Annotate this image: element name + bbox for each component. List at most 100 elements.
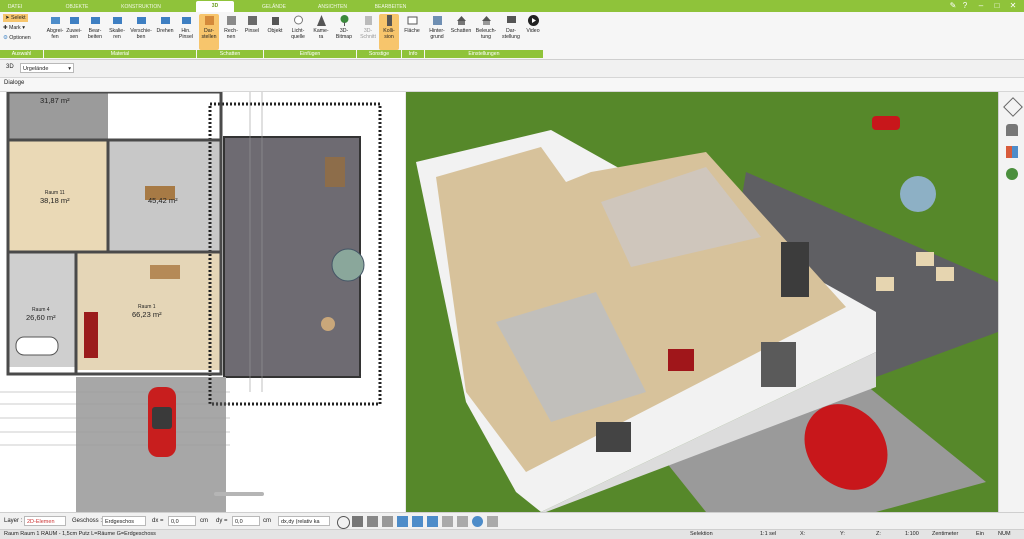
snap-icon[interactable] [367, 516, 378, 527]
north-icon[interactable] [472, 516, 483, 527]
flaeche-button[interactable]: Fläche [402, 14, 422, 50]
tree-icon [340, 15, 348, 26]
dx-input[interactable]: 0,0 [168, 516, 196, 526]
tab-datei[interactable]: DATEI [4, 2, 26, 12]
tab-objekte[interactable]: OBJEKTE [62, 2, 92, 12]
abgreifen-label: Abgrei- fen [46, 28, 64, 40]
dx-unit: cm [200, 518, 208, 524]
brush-icon [247, 16, 257, 25]
room-area: 45,42 m² [148, 196, 178, 205]
terrain-select[interactable]: Urgelände ▾ [20, 63, 74, 73]
pin-icon[interactable]: ✎ [948, 1, 958, 11]
lichtquelle-label: Licht- quelle [291, 28, 305, 40]
view-toolbar: 3D Urgelände ▾ [0, 60, 1024, 78]
group-auswahl: Auswahl [0, 50, 43, 58]
floor-select[interactable]: Erdgeschos [102, 516, 146, 526]
room-area: 66,23 m² [132, 310, 162, 319]
tree-icon[interactable] [1006, 168, 1018, 180]
mark-button[interactable]: ✚ Mark ▾ [3, 24, 25, 32]
tab-gelaende[interactable]: GELÄNDE [254, 2, 294, 12]
verschieben-button[interactable]: Verschie- ben [129, 14, 153, 50]
schatten-settings-button[interactable]: Schatten [450, 14, 472, 50]
cursor-icon: ➤ [5, 15, 10, 21]
group-einfuegen: Einfügen [264, 50, 356, 58]
mark-icon: ✚ [3, 25, 8, 31]
chair-icon[interactable] [1006, 124, 1018, 136]
edit-material-icon [90, 17, 100, 24]
zuweisen-button[interactable]: Zuwei- sen [65, 14, 83, 50]
objekt-button[interactable]: Objekt [265, 14, 285, 50]
tab-konstruktion[interactable]: KONSTRUKTION [116, 2, 166, 12]
help-icon[interactable]: ? [960, 1, 970, 11]
ribbon: ➤ Selekt ✚ Mark ▾ ⚙ Optionen Auswahl Abg… [0, 12, 1024, 60]
coordinate-mode-value: dx,dy (relativ ka [281, 519, 320, 525]
pinsel-button[interactable]: Pinsel [242, 14, 262, 50]
select-button[interactable]: ➤ Selekt [3, 14, 28, 22]
clock-icon[interactable] [337, 516, 350, 529]
room-label-11: Raum 11 38,18 m² [40, 190, 70, 205]
window-icon[interactable] [457, 516, 468, 527]
play-icon [527, 15, 539, 26]
3d-schnitt-button[interactable]: 3D- Schnitt [358, 14, 378, 50]
scale-icon [112, 17, 122, 24]
darstellung-label: Dar- stellung [502, 28, 520, 40]
group-einstellungen: Einstellungen [425, 50, 543, 58]
monitor-icon [506, 16, 516, 23]
tab-3d[interactable]: 3D [196, 1, 234, 12]
measure-icon[interactable] [397, 516, 408, 527]
dx-label: dx = [152, 518, 164, 524]
bearbeiten-label: Bear- beiten [87, 28, 103, 40]
layers-icon[interactable] [1003, 97, 1023, 117]
3d-view-canvas[interactable] [406, 92, 998, 512]
floor-plan-canvas[interactable]: 31,87 m² Raum 11 38,18 m² 45,42 m² Raum 4… [0, 92, 405, 512]
verschieben-label: Verschie- ben [130, 28, 152, 40]
brush-icon [181, 17, 191, 24]
dialoge-label[interactable]: Dialoge [4, 80, 24, 86]
hin-pinsel-button[interactable]: Hin. Pinsel [177, 14, 195, 50]
tab-ansichten[interactable]: ANSICHTEN [310, 2, 355, 12]
minimize-icon[interactable]: – [976, 1, 986, 11]
layer-select[interactable]: 2D-Elemen [24, 516, 66, 526]
house-light-icon [481, 16, 491, 25]
lichtquelle-button[interactable]: Licht- quelle [287, 14, 309, 50]
grid-icon[interactable] [382, 516, 393, 527]
table-icon[interactable] [442, 516, 453, 527]
angle-icon[interactable] [412, 516, 423, 527]
dx-value: 0,0 [171, 519, 179, 525]
darstellen-button[interactable]: Dar- stellen [199, 14, 219, 50]
darstellung-button[interactable]: Dar- stellung [500, 14, 522, 50]
layer-label: Layer : [4, 518, 23, 524]
drehen-button[interactable]: Drehen [154, 14, 176, 50]
options-label: Optionen [9, 35, 31, 41]
options-button[interactable]: ⚙ Optionen [3, 34, 31, 42]
group-schatten: Schatten [197, 50, 263, 58]
terrain-value: Urgelände [23, 66, 49, 72]
kamera-button[interactable]: Kame- ra [311, 14, 331, 50]
maximize-icon[interactable]: □ [992, 1, 1002, 11]
hin-pinsel-label: Hin. Pinsel [178, 28, 194, 40]
layer-view-icon[interactable] [427, 516, 438, 527]
rechnen-button[interactable]: Rech- nen [221, 14, 241, 50]
kollision-button[interactable]: Kolli- sion [379, 14, 399, 50]
lightbulb-icon [293, 15, 303, 25]
3d-bitmap-button[interactable]: 3D- Bitmap [333, 14, 355, 50]
settings-icon[interactable] [487, 516, 498, 527]
skalieren-button[interactable]: Skalie- ren [106, 14, 128, 50]
hintergrund-button[interactable]: Hinter- grund [426, 14, 448, 50]
mark-label: Mark [8, 25, 21, 31]
abgreifen-button[interactable]: Abgrei- fen [46, 14, 64, 50]
dy-input[interactable]: 0,0 [232, 516, 260, 526]
print-icon[interactable] [352, 516, 363, 527]
horizontal-scrollbar[interactable] [214, 492, 264, 496]
room-area: 26,60 m² [26, 313, 56, 322]
room-area: 31,87 m² [40, 96, 70, 105]
beleuchtung-button[interactable]: Beleuch- tung [474, 14, 498, 50]
beleuchtung-label: Beleuch- tung [475, 28, 497, 40]
coordinate-mode-select[interactable]: dx,dy (relativ ka [278, 516, 330, 526]
close-icon[interactable]: ✕ [1008, 1, 1018, 11]
floor-plan-drawing [0, 92, 382, 512]
video-button[interactable]: Video [524, 14, 542, 50]
bearbeiten-button[interactable]: Bear- beiten [85, 14, 105, 50]
material-palette-icon[interactable] [1006, 146, 1018, 158]
tab-bearbeiten[interactable]: BEARBEITEN [368, 2, 413, 12]
